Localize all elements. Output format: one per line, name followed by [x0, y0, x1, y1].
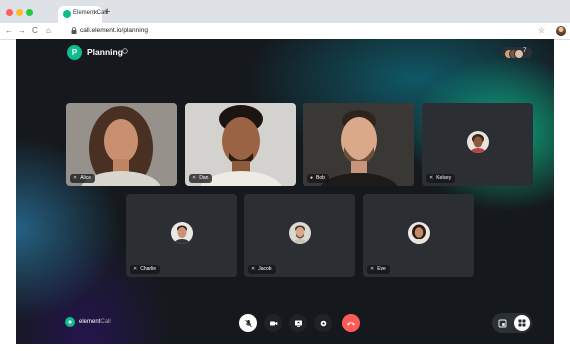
- maximize-window-button[interactable]: [26, 9, 33, 16]
- element-favicon-icon: [63, 10, 71, 18]
- participant-name: Charlie: [140, 266, 157, 272]
- gear-icon: [319, 319, 328, 328]
- logo-brand: element: [79, 319, 101, 325]
- tab-close-icon[interactable]: ×: [93, 8, 98, 17]
- new-tab-button[interactable]: +: [104, 6, 110, 18]
- close-window-button[interactable]: [6, 9, 13, 16]
- minimize-window-button[interactable]: [16, 9, 23, 16]
- video-tile-bob[interactable]: ● Bob: [303, 103, 414, 186]
- logo-product: Call: [100, 319, 111, 325]
- layout-toggle: [492, 313, 532, 333]
- mic-muted-icon: ✕: [133, 266, 138, 272]
- element-call-logo: elementCall: [79, 319, 111, 325]
- mic-muted-icon: ✕: [429, 175, 434, 181]
- avatar: [467, 131, 489, 153]
- mic-icon: ●: [310, 175, 314, 181]
- participant-count: 7: [523, 48, 527, 54]
- mic-off-icon: [244, 319, 253, 328]
- toggle-video-button[interactable]: [264, 314, 282, 332]
- video-tile-alice[interactable]: ✕ Alice: [66, 103, 177, 186]
- video-tile-dan[interactable]: ✕ Dan: [185, 103, 296, 186]
- participant-name: Alice: [80, 175, 92, 181]
- participants-badge[interactable]: 7: [502, 47, 532, 59]
- video-tile-eve[interactable]: ✕ Eve: [363, 194, 474, 277]
- participant-name: Bob: [316, 175, 325, 181]
- avatar: [408, 222, 430, 244]
- mic-muted-icon: ✕: [370, 266, 375, 272]
- participant-name: Kelsey: [436, 175, 452, 181]
- back-button[interactable]: ←: [5, 25, 13, 37]
- participant-name: Dan: [199, 175, 209, 181]
- settings-button[interactable]: [314, 314, 332, 332]
- browser-toolbar: ← → C ⌂ call.element.io/planning ☆: [0, 23, 570, 40]
- mute-microphone-button[interactable]: [239, 314, 257, 332]
- home-button[interactable]: ⌂: [46, 25, 51, 37]
- participant-name: Eve: [377, 266, 386, 272]
- participant-label: ✕ Alice: [70, 174, 96, 183]
- room-avatar: P: [67, 45, 82, 60]
- share-screen-button[interactable]: [289, 314, 307, 332]
- participant-label: ✕ Kelsey: [426, 174, 456, 183]
- end-call-icon: [346, 319, 356, 328]
- room-name: Planning: [87, 47, 123, 57]
- spotlight-layout-icon[interactable]: [496, 317, 508, 329]
- video-tile-kelsey[interactable]: ✕ Kelsey: [422, 103, 533, 186]
- video-camera-icon: [269, 319, 278, 328]
- participant-name: Jacob: [258, 266, 272, 272]
- participant-label: ✕ Jacob: [248, 265, 276, 274]
- video-tile-jacob[interactable]: ✕ Jacob: [244, 194, 355, 277]
- reload-button[interactable]: C: [32, 25, 38, 37]
- mic-muted-icon: ✕: [192, 175, 197, 181]
- browser-tab-bar: Element Call × +: [0, 0, 570, 23]
- lock-icon: [71, 27, 77, 36]
- participant-label: ✕ Eve: [367, 265, 390, 274]
- participant-label: ✕ Charlie: [130, 265, 161, 274]
- video-tile-charlie[interactable]: ✕ Charlie: [126, 194, 237, 277]
- mic-muted-icon: ✕: [73, 175, 78, 181]
- screen-share-icon: [294, 319, 303, 328]
- avatar: [289, 222, 311, 244]
- profile-avatar[interactable]: [556, 26, 566, 36]
- element-logo-icon: [65, 317, 75, 327]
- hang-up-button[interactable]: [342, 314, 360, 332]
- participant-label: ✕ Dan: [189, 174, 213, 183]
- bookmark-star-icon[interactable]: ☆: [538, 25, 545, 37]
- mic-muted-icon: ✕: [251, 266, 256, 272]
- browser-tab[interactable]: Element Call ×: [58, 6, 107, 23]
- grid-layout-icon[interactable]: [514, 315, 530, 331]
- avatar: [171, 222, 193, 244]
- call-page: P Planning 7 ✕ Alice ✕ Dan ● Bob ✕ Kelse…: [16, 39, 554, 344]
- address-bar[interactable]: call.element.io/planning: [80, 26, 148, 36]
- tab-title: Element Call: [73, 10, 108, 16]
- forward-button[interactable]: →: [18, 25, 26, 37]
- participant-label: ● Bob: [307, 174, 329, 183]
- room-settings-icon[interactable]: [122, 48, 128, 56]
